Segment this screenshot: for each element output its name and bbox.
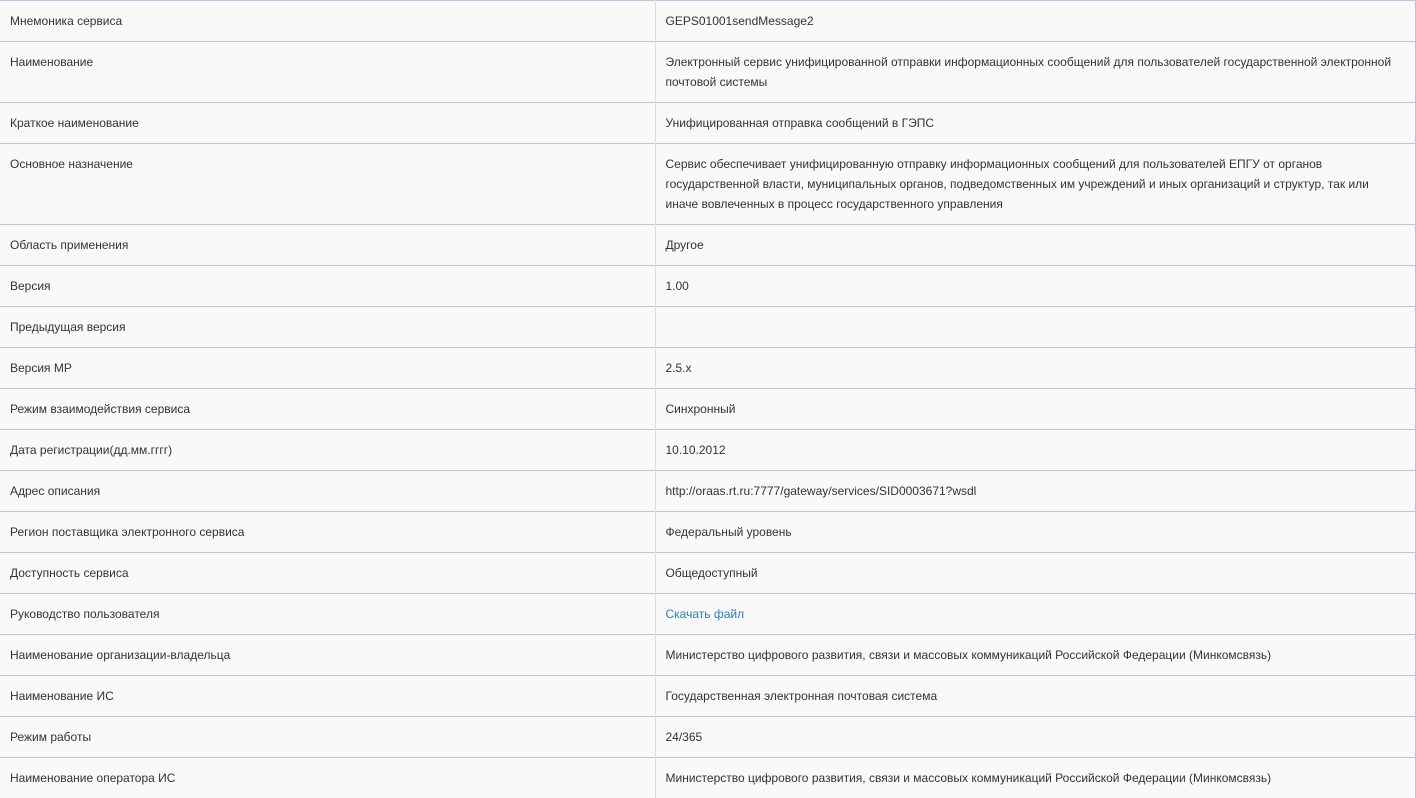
property-value: 24/365 — [665, 730, 703, 744]
property-label: Версия МР — [0, 347, 656, 389]
property-label: Режим работы — [0, 716, 656, 758]
table-row: Версия 1.00 — [0, 265, 1415, 307]
property-label: Наименование — [0, 41, 656, 103]
property-label: Регион поставщика электронного сервиса — [0, 511, 656, 553]
property-label: Режим взаимодействия сервиса — [0, 388, 656, 430]
property-value: 2.5.x — [665, 361, 692, 375]
table-row: Руководство пользователя Скачать файл — [0, 593, 1415, 635]
table-row: Предыдущая версия — [0, 306, 1415, 348]
property-value: Федеральный уровень — [665, 525, 792, 539]
properties-body: Мнемоника сервиса GEPS01001sendMessage2 На… — [0, 0, 1415, 798]
property-label: Основное назначение — [0, 143, 656, 225]
property-label: Адрес описания — [0, 470, 656, 512]
property-value: Государственная электронная почтовая сис… — [665, 689, 938, 703]
property-label: Краткое наименование — [0, 102, 656, 144]
property-value: Другое — [665, 238, 704, 252]
table-row: Режим взаимодействия сервиса Синхронный — [0, 388, 1415, 430]
table-row: Наименование организации-владельца Минист… — [0, 634, 1415, 676]
property-value: Общедоступный — [665, 566, 758, 580]
table-row: Режим работы 24/365 — [0, 716, 1415, 758]
property-value: Электронный сервис унифицированной отпра… — [665, 55, 1392, 89]
property-value — [655, 307, 1415, 348]
table-row: Мнемоника сервиса GEPS01001sendMessage2 — [0, 0, 1415, 42]
table-row: Наименование Электронный сервис унифициро… — [0, 41, 1415, 103]
property-label: Мнемоника сервиса — [0, 0, 656, 42]
property-value: GEPS01001sendMessage2 — [665, 14, 814, 28]
table-row: Версия МР 2.5.x — [0, 347, 1415, 389]
property-label: Версия — [0, 265, 656, 307]
property-value: Скачать файл — [655, 594, 1415, 635]
property-value: Синхронный — [665, 402, 736, 416]
download-file-link[interactable]: Скачать файл — [666, 607, 745, 621]
table-row: Область применения Другое — [0, 224, 1415, 266]
table-row: Наименование ИС Государственная электронн… — [0, 675, 1415, 717]
table-row: Доступность сервиса Общедоступный — [0, 552, 1415, 594]
table-row: Регион поставщика электронного сервиса Фе… — [0, 511, 1415, 553]
property-label: Дата регистрации(дд.мм.гггг) — [0, 429, 656, 471]
table-row: Адрес описания http://oraas.rt.ru:7777/ga… — [0, 470, 1415, 512]
property-value: 1.00 — [665, 279, 689, 293]
table-row: Краткое наименование Унифицированная отпр… — [0, 102, 1415, 144]
property-label: Доступность сервиса — [0, 552, 656, 594]
property-label: Наименование оператора ИС — [0, 757, 656, 798]
table-row: Наименование оператора ИС Министерство ци… — [0, 757, 1415, 798]
property-value: Сервис обеспечивает унифицированную отпр… — [665, 157, 1369, 211]
table-row: Основное назначение Сервис обеспечивает у… — [0, 143, 1415, 225]
property-label: Наименование организации-владельца — [0, 634, 656, 676]
service-properties-table: Мнемоника сервиса GEPS01001sendMessage2 На… — [0, 0, 1415, 798]
property-label: Предыдущая версия — [0, 306, 656, 348]
property-value: Министерство цифрового развития, связи и… — [665, 771, 1272, 785]
table-row: Дата регистрации(дд.мм.гггг) 10.10.2012 — [0, 429, 1415, 471]
property-label: Наименование ИС — [0, 675, 656, 717]
property-label: Область применения — [0, 224, 656, 266]
property-value: Министерство цифрового развития, связи и… — [665, 648, 1272, 662]
property-value: 10.10.2012 — [665, 443, 726, 457]
property-value: Унифицированная отправка сообщений в ГЭП… — [665, 116, 935, 130]
property-value: http://oraas.rt.ru:7777/gateway/services… — [665, 484, 977, 498]
property-label: Руководство пользователя — [0, 593, 656, 635]
